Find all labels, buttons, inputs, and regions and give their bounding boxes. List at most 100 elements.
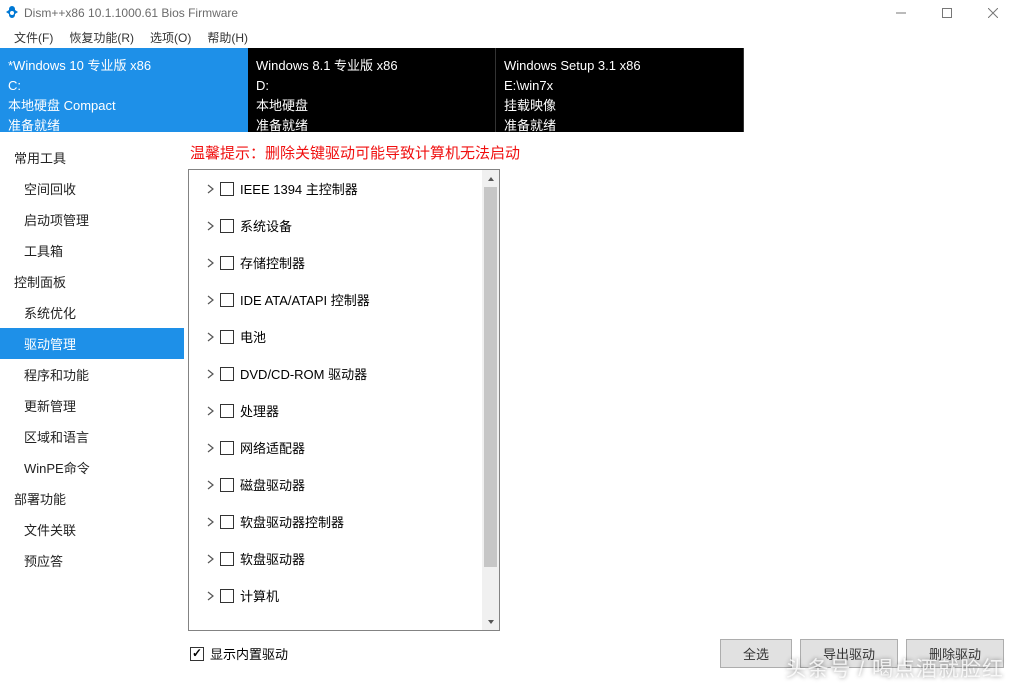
warning-text: 温馨提示：删除关键驱动可能导致计算机无法启动 [188, 142, 1006, 169]
tree-label: 系统设备 [240, 216, 292, 235]
tab-drive: E:\win7x [504, 76, 731, 96]
select-all-button[interactable]: 全选 [720, 639, 792, 668]
tree-row[interactable]: IEEE 1394 主控制器 [189, 170, 482, 207]
tab-title: Windows Setup 3.1 x86 [504, 56, 731, 76]
tree-row[interactable]: 磁盘驱动器 [189, 466, 482, 503]
expand-icon[interactable] [205, 258, 215, 268]
tree-row[interactable]: 系统设备 [189, 207, 482, 244]
tree-row[interactable]: 存储控制器 [189, 244, 482, 281]
expand-icon[interactable] [205, 221, 215, 231]
sidebar-item[interactable]: 程序和功能 [0, 359, 184, 390]
show-builtin-checkbox[interactable]: 显示内置驱动 [190, 644, 288, 663]
titlebar: Dism++x86 10.1.1000.61 Bios Firmware [0, 0, 1020, 26]
tree-row[interactable]: DVD/CD-ROM 驱动器 [189, 355, 482, 392]
expand-icon[interactable] [205, 554, 215, 564]
checkbox-icon[interactable] [220, 552, 234, 566]
scroll-up-icon[interactable] [482, 170, 499, 187]
checkbox-icon[interactable] [220, 182, 234, 196]
sidebar-item[interactable]: 文件关联 [0, 514, 184, 545]
checkbox-icon [190, 647, 204, 661]
tree-label: 软盘驱动器控制器 [240, 512, 344, 531]
tree-row[interactable]: 处理器 [189, 392, 482, 429]
tree-row[interactable]: 网络适配器 [189, 429, 482, 466]
sidebar-category: 常用工具 [0, 142, 184, 173]
expand-icon[interactable] [205, 517, 215, 527]
scrollbar[interactable] [482, 170, 499, 630]
window-controls [878, 0, 1016, 26]
sidebar-item[interactable]: 启动项管理 [0, 204, 184, 235]
sidebar-item[interactable]: 系统优化 [0, 297, 184, 328]
checkbox-icon[interactable] [220, 293, 234, 307]
window-title: Dism++x86 10.1.1000.61 Bios Firmware [24, 6, 878, 20]
checkbox-icon[interactable] [220, 441, 234, 455]
scroll-down-icon[interactable] [482, 613, 499, 630]
sidebar-item[interactable]: 预应答 [0, 545, 184, 576]
tree-label: DVD/CD-ROM 驱动器 [240, 364, 367, 383]
sidebar-item[interactable]: 工具箱 [0, 235, 184, 266]
maximize-button[interactable] [924, 0, 970, 26]
sidebar-category: 部署功能 [0, 483, 184, 514]
expand-icon[interactable] [205, 406, 215, 416]
sidebar-item[interactable]: 空间回收 [0, 173, 184, 204]
checkbox-icon[interactable] [220, 515, 234, 529]
tree-row[interactable]: 计算机 [189, 577, 482, 614]
tree-label: 处理器 [240, 401, 279, 420]
delete-button[interactable]: 删除驱动 [906, 639, 1004, 668]
session-tab[interactable]: Windows Setup 3.1 x86E:\win7x挂载映像准备就绪 [496, 48, 744, 132]
tree-label: 软盘驱动器 [240, 549, 305, 568]
sidebar: 常用工具空间回收启动项管理工具箱控制面板系统优化驱动管理程序和功能更新管理区域和… [0, 132, 184, 691]
tree-row[interactable]: 软盘驱动器控制器 [189, 503, 482, 540]
menu-item[interactable]: 选项(O) [142, 27, 199, 48]
checkbox-icon[interactable] [220, 367, 234, 381]
close-button[interactable] [970, 0, 1016, 26]
session-tab[interactable]: Windows 8.1 专业版 x86D:本地硬盘准备就绪 [248, 48, 496, 132]
tab-drive: D: [256, 76, 483, 96]
app-icon [4, 5, 20, 21]
tab-disk: 挂载映像 [504, 96, 731, 116]
sidebar-item[interactable]: 更新管理 [0, 390, 184, 421]
tab-title: *Windows 10 专业版 x86 [8, 56, 236, 76]
driver-tree: IEEE 1394 主控制器系统设备存储控制器 IDE ATA/ATAPI 控制器… [188, 169, 500, 631]
checkbox-icon[interactable] [220, 330, 234, 344]
checkbox-icon[interactable] [220, 256, 234, 270]
expand-icon[interactable] [205, 332, 215, 342]
session-tab[interactable]: *Windows 10 专业版 x86C:本地硬盘 Compact准备就绪 [0, 48, 248, 132]
show-builtin-label: 显示内置驱动 [210, 644, 288, 663]
tab-drive: C: [8, 76, 236, 96]
checkbox-icon[interactable] [220, 219, 234, 233]
tab-disk: 本地硬盘 Compact [8, 96, 236, 116]
minimize-button[interactable] [878, 0, 924, 26]
menu-item[interactable]: 帮助(H) [199, 27, 256, 48]
tree-row[interactable]: 电池 [189, 318, 482, 355]
tree-label: 计算机 [240, 586, 279, 605]
tree-row[interactable]: 软盘驱动器 [189, 540, 482, 577]
tree-label: 网络适配器 [240, 438, 305, 457]
tree-label: 电池 [240, 327, 266, 346]
sidebar-item[interactable]: WinPE命令 [0, 452, 184, 483]
tree-row[interactable]: IDE ATA/ATAPI 控制器 [189, 281, 482, 318]
sidebar-item[interactable]: 驱动管理 [0, 328, 184, 359]
scroll-thumb[interactable] [484, 187, 497, 567]
checkbox-icon[interactable] [220, 589, 234, 603]
bottom-bar: 显示内置驱动 全选 导出驱动 删除驱动 [188, 631, 1006, 668]
tree-label: 存储控制器 [240, 253, 305, 272]
expand-icon[interactable] [205, 369, 215, 379]
expand-icon[interactable] [205, 443, 215, 453]
expand-icon[interactable] [205, 295, 215, 305]
checkbox-icon[interactable] [220, 404, 234, 418]
menu-item[interactable]: 文件(F) [6, 27, 61, 48]
expand-icon[interactable] [205, 591, 215, 601]
expand-icon[interactable] [205, 480, 215, 490]
tab-disk: 本地硬盘 [256, 96, 483, 116]
expand-icon[interactable] [205, 184, 215, 194]
tab-title: Windows 8.1 专业版 x86 [256, 56, 483, 76]
session-tabs: *Windows 10 专业版 x86C:本地硬盘 Compact准备就绪Win… [0, 48, 1020, 132]
tree-label: IEEE 1394 主控制器 [240, 179, 358, 198]
export-button[interactable]: 导出驱动 [800, 639, 898, 668]
menubar: 文件(F)恢复功能(R)选项(O)帮助(H) [0, 26, 1020, 48]
tree-label: IDE ATA/ATAPI 控制器 [240, 290, 370, 309]
checkbox-icon[interactable] [220, 478, 234, 492]
main-panel: 温馨提示：删除关键驱动可能导致计算机无法启动 IEEE 1394 主控制器系统设… [184, 132, 1020, 691]
menu-item[interactable]: 恢复功能(R) [61, 27, 142, 48]
sidebar-item[interactable]: 区域和语言 [0, 421, 184, 452]
